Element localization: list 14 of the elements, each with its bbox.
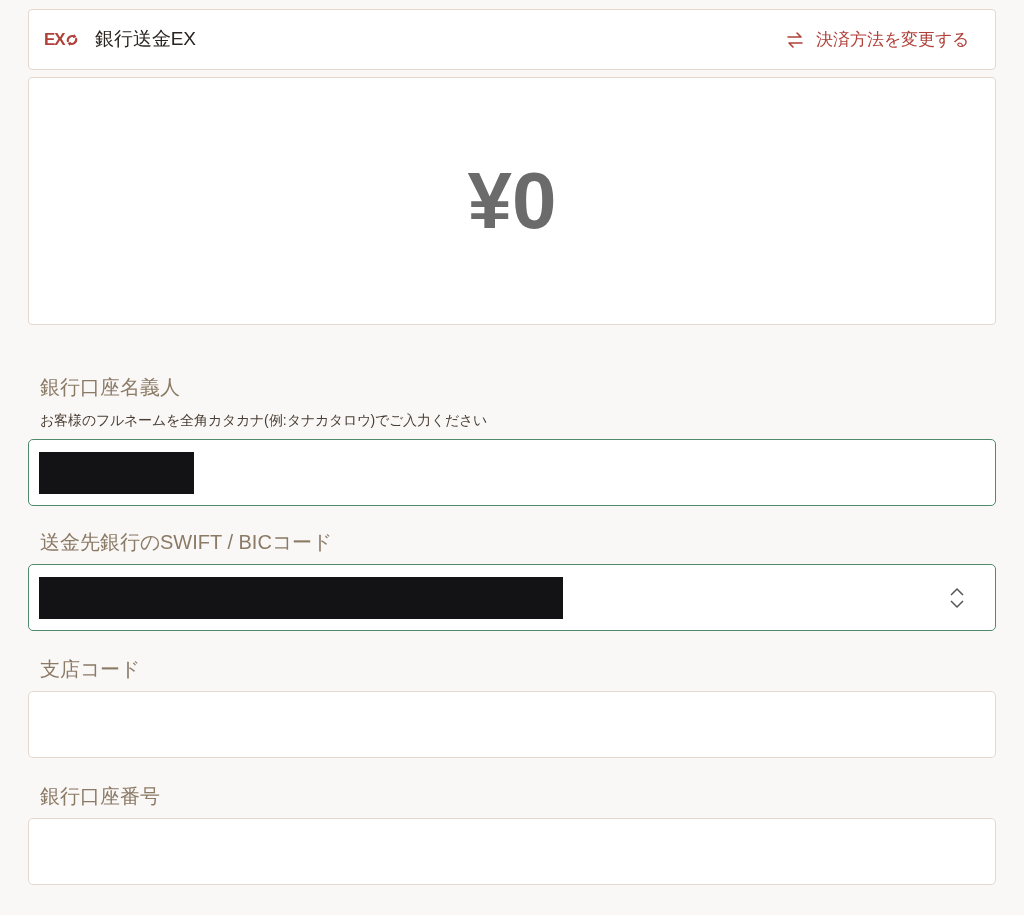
input-field[interactable] xyxy=(28,439,996,506)
chevron-updown-icon xyxy=(949,585,965,610)
logo-text: EX xyxy=(44,31,65,48)
swap-icon xyxy=(786,30,804,49)
field-label: 支店コード xyxy=(39,657,141,681)
refresh-icon xyxy=(64,32,79,47)
amount-text: ¥0 xyxy=(467,161,557,241)
field-hint: お客様のフルネームを全角カタカナ(例:タナカタロウ)でご入力ください xyxy=(39,411,489,429)
field-label: 銀行口座名義人 xyxy=(39,375,181,399)
field-label: 送金先銀行のSWIFT / BICコード xyxy=(39,530,333,554)
field-label: 銀行口座番号 xyxy=(39,784,161,808)
change-payment-link[interactable]: 決済方法を変更する xyxy=(786,26,969,53)
payment-title: 銀行送金EX xyxy=(94,27,197,52)
select-field[interactable] xyxy=(28,564,996,631)
